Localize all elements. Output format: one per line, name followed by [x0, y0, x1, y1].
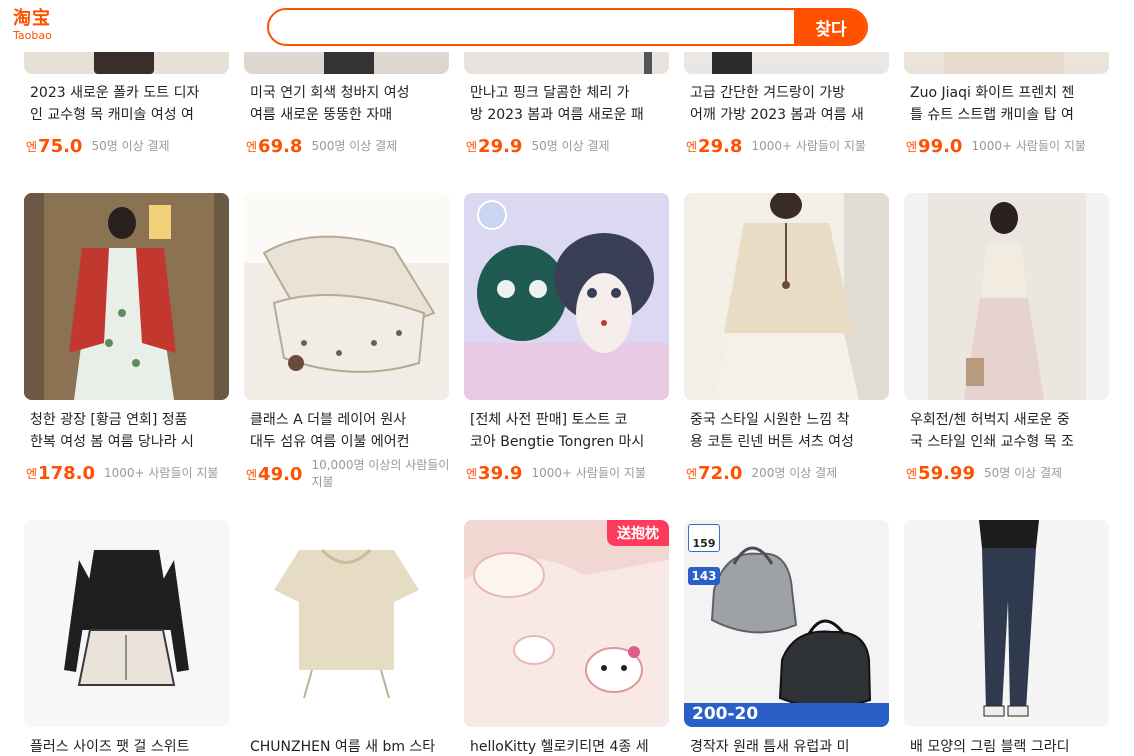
- sales-count: 10,000명 이상의 사람들이 지불: [311, 458, 450, 489]
- product-title-line: 배 모양의 그림 블랙 그라디: [910, 739, 1070, 755]
- currency-label: 엔: [26, 140, 38, 154]
- product-image[interactable]: [904, 193, 1109, 400]
- product-price: 49.0: [258, 463, 303, 485]
- product-image[interactable]: [904, 520, 1109, 727]
- sales-count: 50명 이상 결제: [983, 466, 1063, 480]
- currency-label: 엔: [686, 140, 698, 154]
- product-title-line: 경작자 원래 틈새 유럽과 미: [690, 739, 850, 755]
- product-title-line: helloKitty 헬로키티면 4종 세: [470, 739, 649, 755]
- coupon-banner: 200-20: [692, 704, 759, 724]
- original-price-tag: 159: [692, 537, 716, 550]
- currency-label: 엔: [466, 140, 478, 154]
- product-title-line: [전체 사전 판매] 토스트 코: [470, 412, 628, 428]
- product-price: 29.9: [478, 136, 523, 157]
- product-price: 69.8: [258, 136, 303, 157]
- product-price: 39.9: [478, 463, 523, 484]
- sales-count: 50명 이상 결제: [531, 139, 610, 153]
- top-bar: 淘宝 Taobao 찾다: [0, 0, 1134, 52]
- product-title-line: 한복 여성 봄 여름 당나라 시: [30, 434, 194, 450]
- sales-count: 1000+ 사람들이 지불: [103, 466, 219, 480]
- product-title-line: 플러스 사이즈 팻 걸 스위트: [30, 739, 190, 755]
- sale-price-tag: 143: [691, 569, 717, 583]
- promo-badge: 送抱枕: [607, 520, 669, 546]
- product-title-line: 인 교수형 목 캐미솔 여성 여: [30, 107, 194, 123]
- product-image[interactable]: [244, 520, 449, 727]
- product-title-line: 우회전/첸 허벅지 새로운 중: [910, 412, 1070, 428]
- product-title-line: 고급 간단한 겨드랑이 가방: [690, 85, 846, 101]
- logo-chinese: 淘宝: [13, 8, 51, 29]
- product-image[interactable]: 159 143 200-20: [684, 520, 889, 727]
- search-button[interactable]: 찾다: [794, 10, 866, 44]
- product-title-line: 코아 Bengtie Tongren 마시: [470, 434, 645, 450]
- product-title-line: 만나고 핑크 달콤한 체리 가: [470, 85, 630, 101]
- product-image[interactable]: 送抱枕: [464, 520, 669, 727]
- product-title-line: 어깨 가방 2023 봄과 여름 새: [690, 107, 864, 123]
- logo-english: Taobao: [13, 29, 52, 42]
- product-price: 59.99: [918, 463, 975, 484]
- product-title-line: 국 스타일 인쇄 교수형 목 조: [910, 434, 1074, 450]
- product-price: 99.0: [918, 136, 963, 157]
- search-input[interactable]: [283, 10, 793, 44]
- product-title-line: 방 2023 봄과 여름 새로운 패: [470, 107, 644, 123]
- currency-label: 엔: [686, 467, 698, 481]
- currency-label: 엔: [26, 467, 38, 481]
- product-image[interactable]: [24, 193, 229, 400]
- product-title-line: Zuo Jiaqi 화이트 프렌치 젠: [910, 85, 1075, 101]
- sales-count: 1000+ 사람들이 지불: [971, 139, 1086, 153]
- sales-count: 200명 이상 결제: [751, 466, 838, 480]
- currency-label: 엔: [246, 467, 258, 482]
- product-title-line: 2023 새로운 폴카 도트 디자: [30, 85, 200, 101]
- currency-label: 엔: [906, 140, 918, 154]
- sales-count: 500명 이상 결제: [311, 139, 398, 153]
- product-title-line: 여름 새로운 뚱뚱한 자매: [250, 107, 393, 123]
- product-title-line: 용 코튼 린넨 버튼 셔츠 여성: [690, 434, 854, 450]
- product-price: 29.8: [698, 136, 743, 157]
- product-title-line: 중국 스타일 시원한 느낌 착: [690, 412, 850, 428]
- product-title-line: 청한 광장 [황금 연회] 정품: [30, 412, 188, 428]
- product-image[interactable]: [684, 193, 889, 400]
- product-title-line: 미국 연기 회색 청바지 여성: [250, 85, 410, 101]
- product-title-line: 틀 슈트 스트랩 캐미솔 탑 여: [910, 107, 1074, 123]
- product-title-line: 대두 섬유 여름 이불 에어컨: [250, 434, 410, 450]
- currency-label: 엔: [466, 467, 478, 481]
- sales-count: 1000+ 사람들이 지불: [531, 466, 646, 480]
- product-price: 178.0: [38, 463, 95, 484]
- product-image[interactable]: [464, 193, 669, 400]
- product-price: 72.0: [698, 463, 743, 484]
- sales-count: 1000+ 사람들이 지불: [751, 139, 866, 153]
- product-image[interactable]: [244, 193, 449, 400]
- product-title-line: CHUNZHEN 여름 새 bm 스타: [250, 739, 436, 755]
- taobao-logo[interactable]: 淘宝 Taobao: [13, 9, 65, 45]
- currency-label: 엔: [906, 467, 918, 481]
- product-price: 75.0: [38, 136, 83, 157]
- product-image[interactable]: [24, 520, 229, 727]
- sales-count: 50명 이상 결제: [91, 139, 170, 153]
- search-box: 찾다: [267, 8, 868, 46]
- currency-label: 엔: [246, 140, 258, 154]
- product-title-line: 클래스 A 더블 레이어 원사: [250, 412, 407, 428]
